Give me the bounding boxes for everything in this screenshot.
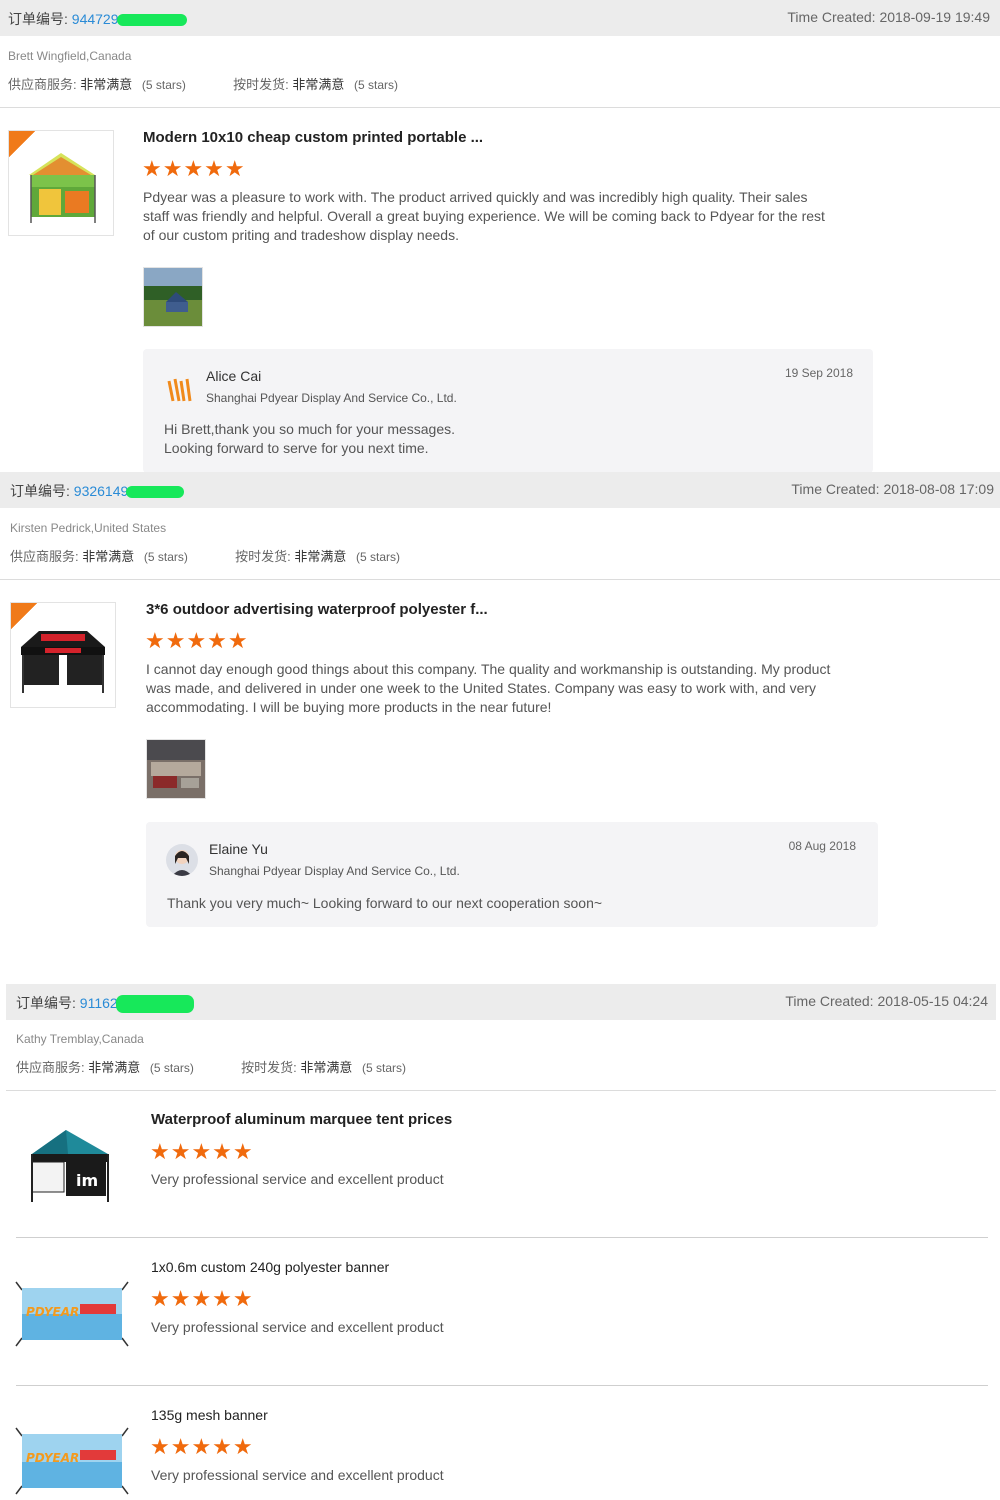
- product-title-link[interactable]: 1x0.6m custom 240g polyester banner: [151, 1259, 389, 1275]
- rating-value: 非常满意: [80, 77, 133, 92]
- seller-reply: Elaine Yu Shanghai Pdyear Display And Se…: [146, 822, 878, 927]
- rating-stars-text: (5 stars): [354, 78, 399, 92]
- buyer-name: Kathy Tremblay,Canada: [16, 1032, 144, 1046]
- order-id: 订单编号: 91162: [16, 993, 194, 1014]
- item-rating-stars: ★★★★★: [150, 1434, 254, 1459]
- product-title-link[interactable]: Modern 10x10 cheap custom printed portab…: [143, 129, 483, 146]
- order-ratings: 供应商服务: 非常满意 (5 stars) 按时发货: 非常满意 (5 star…: [10, 546, 400, 565]
- rating-label: 供应商服务:: [8, 77, 77, 92]
- rating-label: 按时发货:: [241, 1060, 297, 1075]
- reply-author: Elaine Yu: [209, 841, 268, 857]
- banner-image: PDYEAR: [15, 1281, 129, 1347]
- rating-value: 非常满意: [88, 1060, 141, 1075]
- svg-text:PDYEAR: PDYEAR: [26, 1451, 79, 1465]
- seller-avatar: [166, 844, 198, 876]
- order-header-1: 订单编号: 944729 Time Created: 2018-09-19 19…: [0, 0, 1000, 36]
- divider: [16, 1237, 988, 1238]
- order-number-link[interactable]: 944729: [72, 11, 119, 27]
- order-id: 订单编号: 9326149: [10, 481, 185, 501]
- item-rating-stars: ★★★★★: [142, 156, 246, 181]
- reply-author: Alice Cai: [206, 368, 262, 384]
- product-title-link[interactable]: 135g mesh banner: [151, 1407, 268, 1423]
- item-rating-stars: ★★★★★: [150, 1139, 254, 1164]
- review-photo-image: [147, 740, 205, 798]
- time-created: Time Created: 2018-05-15 04:24: [785, 993, 988, 1009]
- redaction-mark: [126, 486, 185, 499]
- order-ratings: 供应商服务: 非常满意 (5 stars) 按时发货: 非常满意 (5 star…: [16, 1057, 406, 1076]
- sale-tag-icon: [11, 603, 37, 629]
- product-title-link[interactable]: Waterproof aluminum marquee tent prices: [151, 1111, 452, 1128]
- buyer-name: Kirsten Pedrick,United States: [10, 521, 167, 535]
- rating-value: 非常满意: [300, 1060, 353, 1075]
- order-label: 订单编号:: [16, 995, 76, 1011]
- product-thumbnail[interactable]: im: [18, 1112, 124, 1218]
- redaction-mark: [115, 995, 194, 1014]
- buyer-name: Brett Wingfield,Canada: [8, 49, 132, 63]
- rating-stars-text: (5 stars): [362, 1061, 407, 1075]
- time-created: Time Created: 2018-08-08 17:09: [791, 481, 994, 497]
- review-comment: Very professional service and excellent …: [151, 1319, 444, 1335]
- item-rating-stars: ★★★★★: [145, 628, 249, 653]
- product-thumbnail[interactable]: [8, 130, 114, 236]
- reply-line: Thank you very much~ Looking forward to …: [167, 895, 603, 911]
- rating-stars-text: (5 stars): [143, 550, 188, 564]
- rating-value: 非常满意: [292, 77, 345, 92]
- reply-date: 08 Aug 2018: [788, 839, 856, 853]
- rating-label: 按时发货:: [235, 549, 291, 564]
- divider: [0, 579, 1000, 580]
- reply-company: Shanghai Pdyear Display And Service Co.,…: [206, 391, 457, 405]
- seller-reply: Alice Cai Shanghai Pdyear Display And Se…: [143, 349, 873, 473]
- review-comment: Pdyear was a pleasure to work with. The …: [143, 189, 825, 243]
- order-number-link[interactable]: 91162: [80, 995, 118, 1011]
- review-comment: Very professional service and excellent …: [151, 1467, 444, 1483]
- order-header-3: 订单编号: 91162 Time Created: 2018-05-15 04:…: [6, 984, 996, 1020]
- divider: [6, 1090, 996, 1091]
- order-header-2: 订单编号: 9326149 Time Created: 2018-08-08 1…: [0, 472, 1000, 508]
- reply-line: Looking forward to serve for you next ti…: [164, 440, 429, 456]
- seller-avatar: [165, 373, 197, 405]
- rating-value: 非常满意: [294, 549, 347, 564]
- item-rating-stars: ★★★★★: [150, 1286, 254, 1311]
- product-thumbnail[interactable]: PDYEAR: [14, 1258, 130, 1364]
- rating-label: 供应商服务:: [16, 1060, 85, 1075]
- rating-stars-text: (5 stars): [141, 78, 186, 92]
- review-photo[interactable]: [146, 739, 206, 799]
- tent-image: im: [31, 1130, 109, 1202]
- review-photo-image: [144, 268, 202, 326]
- reply-message: Hi Brett,thank you so much for your mess…: [164, 420, 455, 458]
- order-label: 订单编号:: [10, 483, 70, 499]
- divider: [0, 107, 1000, 108]
- redaction-mark: [116, 14, 187, 27]
- review-photo[interactable]: [143, 267, 203, 327]
- time-created: Time Created: 2018-09-19 19:49: [787, 9, 990, 25]
- reply-message: Thank you very much~ Looking forward to …: [167, 894, 602, 913]
- review-comment: I cannot day enough good things about th…: [146, 661, 831, 715]
- reply-company: Shanghai Pdyear Display And Service Co.,…: [209, 864, 460, 878]
- product-thumbnail[interactable]: [10, 602, 116, 708]
- rating-label: 供应商服务:: [10, 549, 79, 564]
- review-comment: Very professional service and excellent …: [151, 1171, 444, 1187]
- order-id: 订单编号: 944729: [8, 9, 187, 29]
- svg-text:PDYEAR: PDYEAR: [26, 1305, 79, 1319]
- rating-label: 按时发货:: [233, 77, 289, 92]
- svg-text:im: im: [76, 1171, 98, 1190]
- banner-image: PDYEAR: [15, 1427, 129, 1495]
- sale-tag-icon: [9, 131, 35, 157]
- order-ratings: 供应商服务: 非常满意 (5 stars) 按时发货: 非常满意 (5 star…: [8, 74, 398, 93]
- divider: [16, 1385, 988, 1386]
- rating-value: 非常满意: [82, 549, 135, 564]
- order-label: 订单编号:: [8, 11, 68, 27]
- reply-date: 19 Sep 2018: [784, 366, 853, 380]
- product-title-link[interactable]: 3*6 outdoor advertising waterproof polye…: [146, 601, 488, 618]
- rating-stars-text: (5 stars): [356, 550, 401, 564]
- order-number-link[interactable]: 9326149: [74, 483, 129, 499]
- reply-line: Hi Brett,thank you so much for your mess…: [164, 421, 456, 437]
- product-thumbnail[interactable]: PDYEAR: [14, 1406, 130, 1500]
- rating-stars-text: (5 stars): [149, 1061, 194, 1075]
